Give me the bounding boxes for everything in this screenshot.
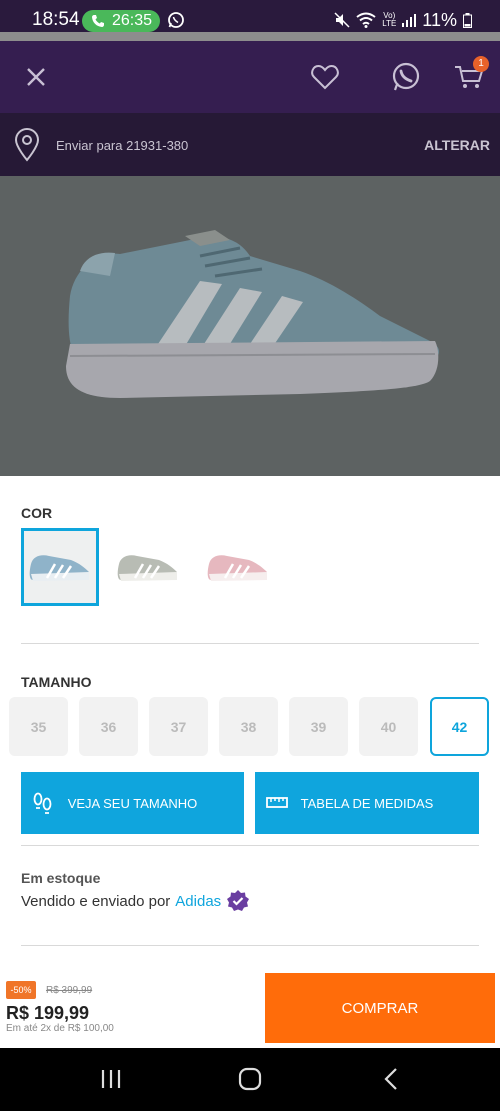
sold-by-prefix: Vendido e enviado por (21, 892, 171, 910)
color-option-gray[interactable] (109, 528, 187, 606)
status-bar: 18:54 26:35 Vo) LTE 11% (0, 0, 500, 41)
address-bar[interactable]: Enviar para 21931-380 ALTERAR (0, 113, 500, 176)
delivery-address: Enviar para 21931-380 (56, 138, 189, 153)
close-icon (27, 68, 45, 86)
size-option-38[interactable]: 38 (219, 697, 278, 756)
purchase-bar: -50% R$ 399,99 R$ 199,99 Em até 2x de R$… (0, 963, 500, 1048)
location-pin-icon (14, 128, 40, 162)
lte-indicator: Vo) LTE (382, 12, 396, 28)
current-price: R$ 199,99 (6, 1003, 90, 1023)
discount-badge: -50% (6, 981, 36, 999)
status-icons: Vo) LTE 11% (334, 9, 472, 31)
sneaker-thumbnail-blue (29, 555, 89, 581)
back-icon (384, 1068, 397, 1090)
favorite-button[interactable] (307, 59, 343, 95)
size-option-37[interactable]: 37 (149, 697, 208, 756)
recent-apps-icon (101, 1070, 121, 1088)
product-sneaker-image (66, 230, 440, 398)
size-option-39[interactable]: 39 (289, 697, 348, 756)
mute-icon (334, 12, 350, 28)
stock-status: Em estoque (21, 870, 101, 886)
call-timer: 26:35 (112, 12, 153, 29)
installments-info: Em até 2x de R$ 100,00 (6, 1023, 114, 1034)
color-option-pink[interactable] (199, 528, 277, 606)
verified-seller-icon (227, 890, 250, 911)
back-button[interactable] (382, 1066, 400, 1092)
size-option-40[interactable]: 40 (359, 697, 418, 756)
system-nav-bar (0, 1048, 500, 1111)
close-button[interactable] (18, 59, 54, 95)
sold-by-line: Vendido e enviado por Adidas (21, 889, 250, 913)
size-guide-button[interactable]: VEJA SEU TAMANHO (21, 772, 244, 834)
divider (21, 945, 479, 946)
cart-count-badge: 1 (473, 56, 489, 72)
footprints-icon (33, 792, 52, 814)
home-button[interactable] (238, 1066, 262, 1092)
size-section-title: TAMANHO (21, 674, 92, 690)
size-option-35[interactable]: 35 (9, 697, 68, 756)
wifi-icon (356, 12, 376, 28)
measure-table-button[interactable]: TABELA DE MEDIDAS (255, 772, 479, 834)
divider (21, 845, 479, 846)
app-header: 1 (0, 41, 500, 113)
seller-link[interactable]: Adidas (175, 893, 221, 910)
call-indicator[interactable]: 26:35 (82, 10, 160, 32)
product-image[interactable] (0, 176, 500, 476)
phone-icon (92, 15, 104, 27)
buy-button[interactable]: COMPRAR (265, 973, 495, 1043)
recent-apps-button[interactable] (100, 1066, 122, 1092)
heart-icon (311, 64, 339, 90)
dim-strip (0, 32, 500, 41)
battery-percent: 11% (422, 9, 457, 30)
lte-line2: LTE (382, 19, 397, 28)
sneaker-thumbnail-gray (117, 555, 177, 581)
whatsapp-icon (392, 62, 420, 91)
change-address-link[interactable]: ALTERAR (424, 137, 490, 153)
ruler-icon (266, 797, 288, 808)
status-time: 18:54 (32, 9, 80, 30)
whatsapp-notification-icon (168, 12, 184, 28)
size-option-36[interactable]: 36 (79, 697, 138, 756)
signal-icon (402, 14, 417, 27)
sneaker-thumbnail-pink (207, 555, 267, 581)
old-price: R$ 399,99 (46, 985, 93, 996)
color-option-blue[interactable] (21, 528, 99, 606)
cart-button[interactable]: 1 (451, 56, 489, 95)
home-icon (238, 1067, 262, 1091)
whatsapp-button[interactable] (388, 59, 424, 95)
size-option-42[interactable]: 42 (430, 697, 489, 756)
color-section-title: COR (21, 505, 53, 521)
divider (21, 643, 479, 644)
battery-icon (463, 12, 472, 28)
